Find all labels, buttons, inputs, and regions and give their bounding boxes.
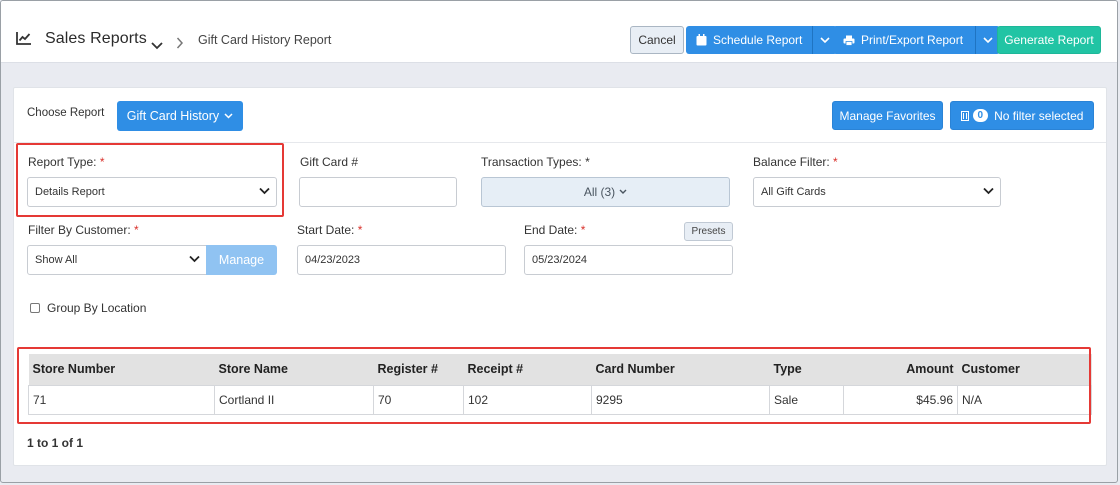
chevron-right-icon: [176, 34, 184, 53]
chevron-down-icon: [983, 36, 993, 43]
column-header-amount[interactable]: Amount: [843, 354, 958, 385]
manage-customers-button[interactable]: Manage: [206, 245, 277, 275]
printer-icon: [843, 35, 855, 46]
cell-register: 70: [373, 384, 464, 415]
top-header: Sales Reports Gift Card History Report C…: [1, 1, 1117, 63]
balance-filter-label: Balance Filter: *: [753, 155, 838, 169]
generate-report-button[interactable]: Generate Report: [997, 26, 1101, 54]
chevron-down-icon: [224, 113, 233, 119]
chevron-down-icon: [983, 187, 994, 195]
divider: [14, 142, 1106, 143]
filter-by-customer-label: Filter By Customer: *: [28, 223, 139, 237]
cell-card-number: 9295: [591, 384, 770, 415]
table-header-row: Store Number Store Name Register # Recei…: [28, 354, 1092, 385]
filter-status-button[interactable]: 0 No filter selected: [950, 101, 1094, 130]
section-title[interactable]: Sales Reports: [45, 30, 147, 48]
transaction-types-label: Transaction Types: *: [481, 155, 590, 169]
report-panel: Choose Report Gift Card History Manage F…: [13, 87, 1107, 466]
gift-card-label: Gift Card #: [300, 155, 359, 169]
table-row[interactable]: 71 Cortland II 70 102 9295 Sale $45.96 N…: [28, 384, 1092, 415]
cell-receipt: 102: [463, 384, 592, 415]
chevron-down-icon: [619, 189, 627, 194]
transaction-types-multiselect[interactable]: All (3): [481, 177, 730, 207]
column-header-receipt[interactable]: Receipt #: [463, 354, 592, 385]
report-type-label: Report Type: *: [28, 155, 105, 169]
filter-by-customer-select[interactable]: Show All: [27, 245, 207, 275]
group-by-location-label[interactable]: Group By Location: [47, 301, 146, 315]
cell-amount: $45.96: [843, 384, 958, 415]
chevron-down-icon: [189, 255, 200, 263]
column-header-type[interactable]: Type: [769, 354, 844, 385]
print-export-main[interactable]: Print/Export Report: [833, 26, 977, 54]
schedule-report-button[interactable]: Schedule Report: [686, 26, 838, 54]
group-by-location-checkbox[interactable]: [30, 303, 40, 313]
print-export-button[interactable]: Print/Export Report: [833, 26, 1001, 54]
gift-card-input[interactable]: [299, 177, 457, 207]
balance-filter-value: All Gift Cards: [761, 186, 826, 198]
chevron-down-icon: [259, 187, 270, 195]
calendar-icon: [696, 34, 707, 46]
schedule-report-main[interactable]: Schedule Report: [686, 26, 814, 54]
cancel-button[interactable]: Cancel: [630, 26, 684, 54]
breadcrumb-current: Gift Card History Report: [198, 33, 332, 47]
chart-line-icon: [16, 30, 32, 49]
choose-report-label: Choose Report: [27, 107, 105, 119]
filter-icon: [960, 110, 969, 121]
balance-filter-select[interactable]: All Gift Cards: [753, 177, 1001, 207]
chevron-down-icon[interactable]: [151, 35, 163, 54]
end-date-input[interactable]: 05/23/2024: [524, 245, 733, 275]
print-export-label: Print/Export Report: [861, 33, 964, 47]
report-selector-dropdown[interactable]: Gift Card History: [117, 101, 243, 131]
filter-status-label: No filter selected: [994, 108, 1084, 123]
column-header-register[interactable]: Register #: [373, 354, 464, 385]
end-date-label: End Date: *: [524, 223, 586, 237]
filter-by-customer-value: Show All: [35, 254, 78, 266]
cell-store-name: Cortland II: [214, 384, 374, 415]
column-header-card-number[interactable]: Card Number: [591, 354, 770, 385]
cell-customer: N/A: [957, 384, 1092, 415]
report-type-select[interactable]: Details Report: [27, 177, 277, 207]
cell-type: Sale: [769, 384, 844, 415]
pagination-status: 1 to 1 of 1: [27, 436, 84, 450]
app-window: Sales Reports Gift Card History Report C…: [0, 0, 1118, 483]
filter-count-badge: 0: [972, 109, 989, 122]
cell-store-number: 71: [28, 384, 215, 415]
column-header-store-name[interactable]: Store Name: [214, 354, 374, 385]
column-header-customer[interactable]: Customer: [957, 354, 1092, 385]
presets-button[interactable]: Presets: [684, 222, 733, 241]
chevron-down-icon: [820, 36, 830, 43]
schedule-report-label: Schedule Report: [713, 33, 803, 47]
transaction-types-value: All (3): [583, 185, 616, 199]
results-table: Store Number Store Name Register # Recei…: [28, 354, 1092, 415]
manage-favorites-button[interactable]: Manage Favorites: [832, 101, 943, 130]
column-header-store-number[interactable]: Store Number: [28, 354, 215, 385]
start-date-input[interactable]: 04/23/2023: [297, 245, 506, 275]
report-type-value: Details Report: [35, 186, 105, 198]
start-date-label: Start Date: *: [297, 223, 363, 237]
report-selector-label: Gift Card History: [126, 109, 220, 123]
